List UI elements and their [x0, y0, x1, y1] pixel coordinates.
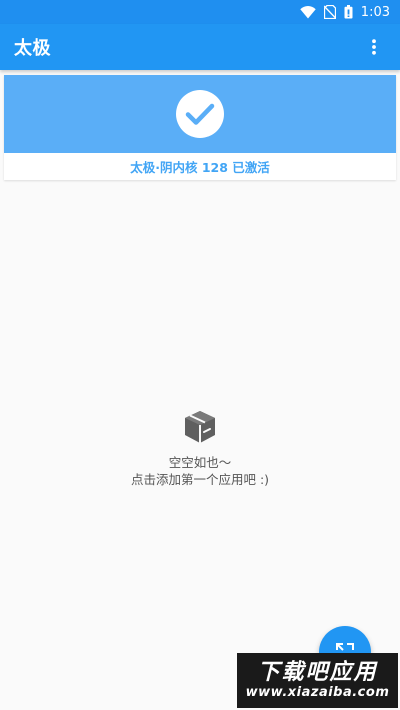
- watermark-url: www.xiazaiba.com: [245, 684, 390, 700]
- check-icon: [176, 90, 224, 138]
- empty-box-icon: [181, 408, 219, 450]
- more-vert-icon: [372, 39, 376, 55]
- watermark-title: 下载吧应用: [257, 659, 378, 685]
- app-bar: 太极: [0, 24, 400, 70]
- app-title: 太极: [14, 38, 51, 59]
- status-card[interactable]: 太极·阴内核 128 已激活: [4, 75, 396, 180]
- status-text: 太极·阴内核 128 已激活: [130, 160, 270, 175]
- overflow-menu-button[interactable]: [362, 32, 386, 62]
- screen: 1:03 太极 太极·阴内核 128 已激活 空空如也～ 点击添加第一个应用吧 …: [0, 0, 400, 710]
- no-sim-icon: [323, 5, 336, 19]
- status-banner: [4, 75, 396, 153]
- wifi-icon: [300, 5, 316, 19]
- battery-icon: [344, 5, 353, 19]
- empty-state: 空空如也～ 点击添加第一个应用吧 :): [0, 408, 400, 488]
- status-bar: 1:03: [0, 0, 400, 24]
- empty-line-2: 点击添加第一个应用吧 :): [130, 472, 270, 487]
- watermark-logo: 下载吧应用 www.xiazaiba.com: [237, 653, 398, 708]
- status-time: 1:03: [360, 4, 390, 20]
- empty-line-1: 空空如也～: [168, 455, 232, 470]
